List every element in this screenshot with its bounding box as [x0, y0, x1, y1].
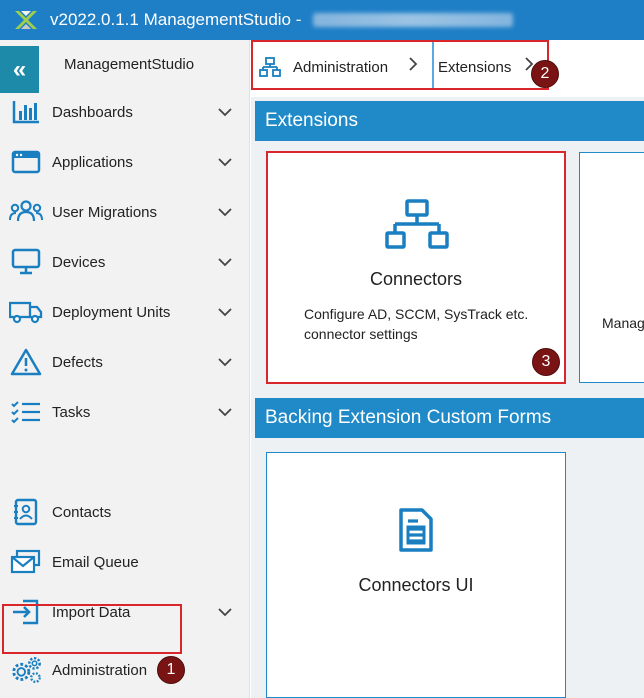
document-form-icon — [398, 507, 434, 558]
chevron-down-icon[interactable] — [218, 404, 232, 422]
network-hierarchy-icon — [385, 199, 449, 256]
tile-description-line2: connector settings — [304, 326, 418, 342]
sidebar-item-dashboards[interactable]: Dashboards — [0, 87, 250, 137]
sidebar-item-label: Defects — [52, 353, 103, 371]
content-area: Extensions Connectors Configure AD, SCCM… — [251, 97, 644, 698]
window-title: v2022.0.1.1 ManagementStudio - — [50, 10, 302, 29]
breadcrumb: Administration Extensions 2 — [251, 40, 644, 96]
truck-icon — [9, 297, 43, 327]
sidebar-item-label: Deployment Units — [52, 303, 171, 321]
tile-connectors-ui[interactable]: Connectors UI — [266, 452, 566, 698]
chevron-down-icon[interactable] — [218, 604, 232, 622]
chevron-down-icon[interactable] — [218, 204, 232, 222]
user-group-icon — [9, 197, 43, 227]
chevron-down-icon[interactable] — [218, 154, 232, 172]
sidebar-item-applications[interactable]: Applications — [0, 137, 250, 187]
chevron-down-icon[interactable] — [218, 304, 232, 322]
tile-title: Connectors UI — [358, 575, 474, 595]
redacted-server-name — [313, 13, 514, 27]
step-badge-3: 3 — [532, 348, 560, 376]
sidebar-app-name: ManagementStudio — [64, 56, 195, 73]
chevron-down-icon[interactable] — [218, 254, 232, 272]
sidebar-item-defects[interactable]: Defects — [0, 337, 250, 387]
sidebar-item-label: Devices — [52, 253, 106, 271]
tile-title-partial: Manag — [602, 315, 644, 331]
sidebar-item-label: User Migrations — [52, 203, 158, 221]
dashboard-bar-chart-icon — [9, 97, 43, 127]
tile-title: Connectors — [369, 269, 463, 289]
monitor-icon — [9, 247, 43, 277]
sidebar-item-label: Applications — [52, 153, 133, 171]
section-header-custom-forms: Backing Extension Custom Forms — [255, 398, 644, 438]
sidebar-item-label: Dashboards — [52, 103, 133, 121]
collapse-sidebar-button[interactable]: « — [0, 46, 39, 93]
sidebar-item-tasks[interactable]: Tasks — [0, 387, 250, 437]
contact-card-icon — [9, 497, 43, 527]
sidebar-item-label: Tasks — [52, 403, 91, 421]
highlight-box-administration — [2, 604, 182, 654]
email-icon — [9, 547, 43, 577]
sidebar-item-label: Contacts — [52, 503, 112, 521]
sidebar-item-label: Administration — [52, 661, 148, 679]
sidebar-item-contacts[interactable]: Contacts — [0, 487, 250, 537]
sidebar-item-user-migrations[interactable]: User Migrations — [0, 187, 250, 237]
highlight-box-breadcrumb — [251, 40, 549, 90]
warning-triangle-icon — [9, 347, 43, 377]
checklist-icon — [9, 397, 43, 427]
sidebar-item-email-queue[interactable]: Email Queue — [0, 537, 250, 587]
chevron-down-icon[interactable] — [218, 354, 232, 372]
double-chevron-left-icon: « — [12, 55, 27, 83]
application-window-icon — [9, 147, 43, 177]
sidebar-item-devices[interactable]: Devices — [0, 237, 250, 287]
tile-partial[interactable]: Manag — [579, 152, 644, 383]
sidebar-item-deployment-units[interactable]: Deployment Units — [0, 287, 250, 337]
gears-icon — [9, 655, 43, 685]
tile-connectors[interactable]: Connectors Configure AD, SCCM, SysTrack … — [266, 151, 566, 384]
sidebar: « ManagementStudio Dashboards Applicatio… — [0, 40, 250, 698]
main-panel: Administration Extensions 2 Extensions C… — [251, 40, 644, 698]
step-badge-2: 2 — [531, 60, 559, 88]
app-logo-icon — [12, 7, 38, 33]
sidebar-item-label: Email Queue — [52, 553, 139, 571]
section-header-extensions: Extensions — [255, 101, 644, 141]
chevron-down-icon[interactable] — [218, 104, 232, 122]
title-bar: v2022.0.1.1 ManagementStudio - — [0, 0, 644, 40]
step-badge-1: 1 — [157, 656, 185, 684]
tile-description-line1: Configure AD, SCCM, SysTrack etc. — [304, 306, 529, 322]
